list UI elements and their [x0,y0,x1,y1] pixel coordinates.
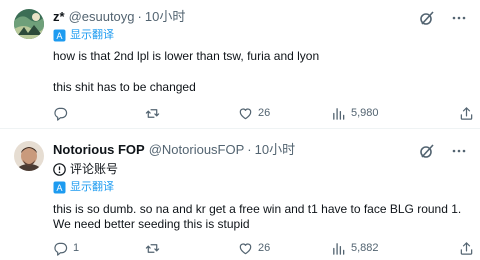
separator: · [137,9,142,24]
avatar-image [14,141,44,171]
reply-count: 1 [73,242,80,254]
retweet-icon [145,243,160,253]
tweet[interactable]: Notorious FOP @NotoriousFOP · 10小时 评论账号 A 显… [0,129,480,260]
like-count: 26 [258,242,271,254]
view-count: 5,882 [351,242,379,254]
tweet-action-bar: 26 5,980 [53,104,473,122]
avatar[interactable] [14,9,44,39]
share-button[interactable] [459,104,474,122]
translate-icon: A [53,181,66,194]
heart-icon [239,107,252,119]
tweet-header: z* @esuutoyg · 10小时 [53,9,185,25]
share-icon [460,241,473,255]
display-name[interactable]: Notorious FOP [53,142,145,157]
views-button[interactable]: 5,882 [331,239,379,257]
user-handle[interactable]: @NotoriousFOP [149,142,245,157]
tweet-text-line: how is that 2nd lpl is lower than tsw, f… [53,49,320,63]
share-button[interactable] [459,239,474,257]
timestamp[interactable]: 10小时 [145,9,185,24]
svg-text:A: A [56,32,63,42]
tweet-text-line: this is so dumb. so na and kr get a free… [53,202,462,216]
tweet[interactable]: z* @esuutoyg · 10小时 A 显示翻译 how is that 2nd … [0,0,480,128]
tweet-header: Notorious FOP @NotoriousFOP · 10小时 [53,142,295,158]
grok-icon[interactable] [418,9,436,27]
review-account-link[interactable]: 评论账号 [53,162,118,176]
more-icon[interactable] [450,9,468,27]
like-button[interactable]: 26 [238,239,270,257]
tweet-top-actions [418,142,468,160]
avatar[interactable] [14,141,44,171]
reply-icon [54,242,68,256]
views-chart-icon [333,242,345,255]
tweet-action-bar: 1 26 5,882 [53,239,473,257]
reply-icon [54,107,68,121]
separator: · [247,142,252,157]
retweet-icon [145,108,160,118]
share-icon [460,106,473,120]
show-translation-link[interactable]: A 显示翻译 [53,180,114,194]
tweet-feed: z* @esuutoyg · 10小时 A 显示翻译 how is that 2nd … [0,0,480,260]
retweet-button[interactable] [145,239,165,257]
show-translation-link[interactable]: A 显示翻译 [53,28,114,42]
views-chart-icon [333,107,345,120]
view-count: 5,980 [351,107,379,119]
review-account-label: 评论账号 [70,162,119,176]
like-count: 26 [258,107,271,119]
grok-icon[interactable] [418,142,436,160]
tweet-text-line: We need better seeding this is stupid [53,217,250,231]
avatar-image [14,9,44,39]
reply-button[interactable] [53,104,73,122]
show-translation-label: 显示翻译 [70,181,114,193]
tweet-top-actions [418,9,468,27]
translate-icon: A [53,29,66,42]
display-name[interactable]: z* [53,9,65,24]
more-icon[interactable] [450,142,468,160]
heart-icon [239,242,252,254]
reply-button[interactable]: 1 [53,239,79,257]
review-account-icon [53,162,66,176]
timestamp[interactable]: 10小时 [255,142,295,157]
like-button[interactable]: 26 [238,104,270,122]
tweet-text-line: this shit has to be changed [53,80,196,94]
views-button[interactable]: 5,980 [331,104,379,122]
svg-text:A: A [56,184,63,194]
retweet-button[interactable] [145,104,165,122]
user-handle[interactable]: @esuutoyg [69,9,135,24]
show-translation-label: 显示翻译 [70,29,114,41]
